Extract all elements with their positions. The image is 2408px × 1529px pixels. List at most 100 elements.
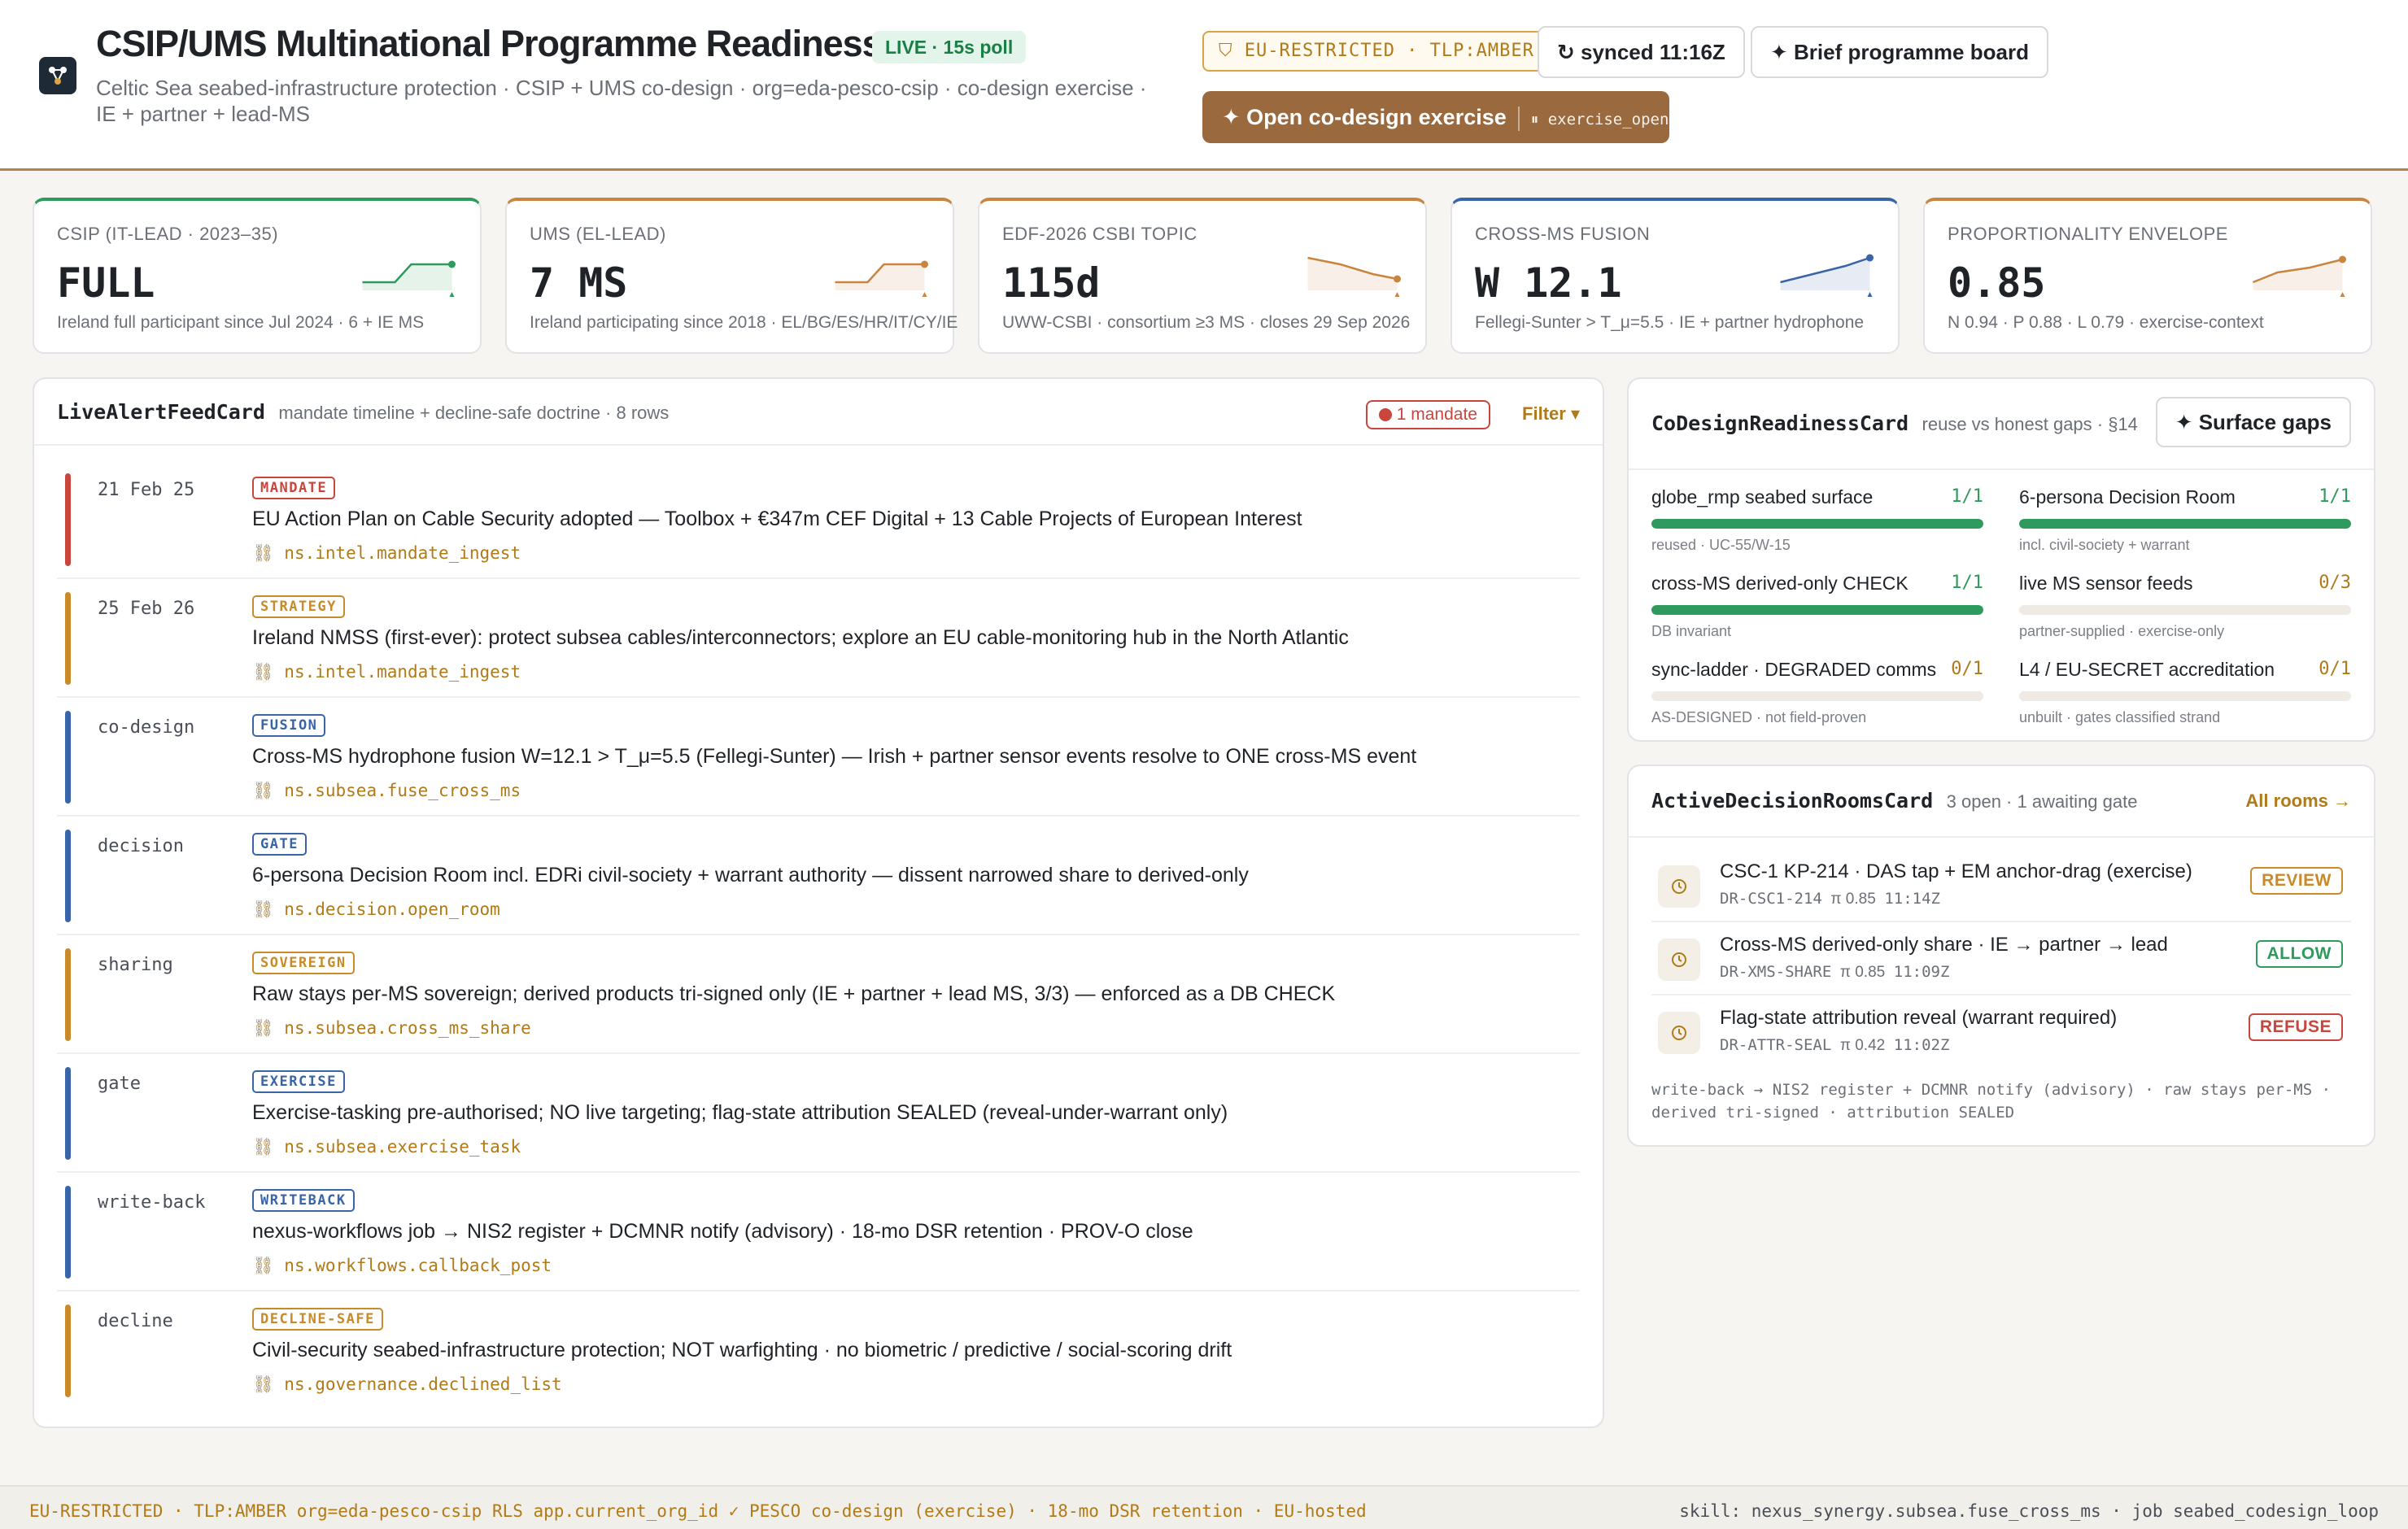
feed-row-accent — [65, 473, 71, 566]
feed-row-accent — [65, 830, 71, 922]
room-time: 11:09Z — [1893, 963, 1950, 981]
feed-row-code-link[interactable]: ⛓ ns.decision.open_room — [252, 900, 500, 920]
kpi-value: 115d — [1002, 259, 1101, 307]
mandate-dot-icon — [1378, 408, 1392, 421]
room-title: Cross-MS derived-only share · IE → partn… — [1720, 934, 2168, 956]
readiness-item-note: incl. civil-society + warrant — [2019, 537, 2190, 553]
brief-programme-board-button[interactable]: ✦ Brief programme board — [1751, 26, 2048, 78]
kpi-subtext: Ireland participating since 2018 · EL/BG… — [530, 313, 958, 332]
feed-row-code-link[interactable]: ⛓ ns.governance.declined_list — [252, 1374, 562, 1395]
readiness-item: cross-MS derived-only CHECK 1/1 DB invar… — [1651, 573, 1983, 651]
all-rooms-link[interactable]: All rooms → — [2245, 791, 2351, 812]
feed-row-badge: SOVEREIGN — [252, 952, 355, 974]
feed-row-badge: WRITEBACK — [252, 1189, 355, 1212]
feed-row-badge: DECLINE-SAFE — [252, 1308, 383, 1331]
footer-left-text: EU-RESTRICTED · TLP:AMBER org=eda-pesco-… — [29, 1501, 1367, 1521]
readiness-item-count: 1/1 — [1951, 486, 1983, 507]
kpi-sparkline — [362, 260, 456, 297]
feed-row-code-link[interactable]: ⛓ ns.intel.mandate_ingest — [252, 662, 521, 682]
primary-button-code: ⏸ exercise_open — [1530, 111, 1669, 129]
synced-label: synced 11:16Z — [1581, 40, 1725, 64]
page-title: CSIP/UMS Multinational Programme Readine… — [96, 23, 883, 64]
feed-row[interactable]: sharing SOVEREIGN Raw stays per-MS sover… — [57, 935, 1580, 1054]
mandate-count-pill[interactable]: 1 mandate — [1365, 400, 1490, 429]
kpi-label: CSIP (IT-LEAD · 2023–35) — [57, 224, 279, 244]
live-alert-feed-card: LiveAlertFeedCard mandate timeline + dec… — [33, 377, 1604, 1428]
decision-room-row[interactable]: Flag-state attribution reveal (warrant r… — [1651, 995, 2351, 1069]
filter-dropdown[interactable]: Filter ▾ — [1522, 403, 1580, 425]
readiness-item-name: L4 / EU-SECRET accreditation — [2019, 659, 2275, 680]
status-footer: EU-RESTRICTED · TLP:AMBER org=eda-pesco-… — [0, 1485, 2408, 1529]
readiness-item: 6-persona Decision Room 1/1 incl. civil-… — [2019, 486, 2351, 564]
feed-row-badge: FUSION — [252, 714, 326, 737]
room-id: DR-XMS-SHARE — [1720, 963, 1832, 981]
feed-row-key: gate — [98, 1074, 141, 1094]
kpi-subtext: N 0.94 · P 0.88 · L 0.79 · exercise-cont… — [1948, 313, 2264, 332]
readiness-title: CoDesignReadinessCard — [1651, 412, 1909, 435]
feed-row[interactable]: 25 Feb 26 STRATEGY Ireland NMSS (first-e… — [57, 579, 1580, 698]
feed-row-key: write-back — [98, 1192, 206, 1213]
readiness-item-note: partner-supplied · exercise-only — [2019, 623, 2225, 639]
feed-row-key: decline — [98, 1311, 173, 1331]
readiness-item: live MS sensor feeds 0/3 partner-supplie… — [2019, 573, 2351, 651]
kpi-card[interactable]: CSIP (IT-LEAD · 2023–35) FULL Ireland fu… — [33, 198, 482, 354]
readiness-item-name: sync-ladder · DEGRADED comms — [1651, 659, 1937, 680]
decision-room-row[interactable]: CSC-1 KP-214 · DAS tap + EM anchor-drag … — [1651, 849, 2351, 922]
readiness-item-name: globe_rmp seabed surface — [1651, 486, 1874, 507]
feed-row[interactable]: decline DECLINE-SAFE Civil-security seab… — [57, 1292, 1580, 1410]
shield-icon: ⛉ — [1219, 41, 1245, 61]
kpi-sparkline — [1780, 254, 1874, 297]
feed-row-code-link[interactable]: ⛓ ns.subsea.fuse_cross_ms — [252, 781, 521, 801]
surface-gaps-button[interactable]: ✦ Surface gaps — [2155, 397, 2351, 447]
feed-row-key: decision — [98, 836, 184, 856]
feed-row-badge: EXERCISE — [252, 1070, 345, 1093]
feed-title: LiveAlertFeedCard — [57, 400, 265, 424]
feed-row[interactable]: decision GATE 6-persona Decision Room in… — [57, 817, 1580, 935]
kpi-card[interactable]: PROPORTIONALITY ENVELOPE 0.85 N 0.94 · P… — [1923, 198, 2372, 354]
sparkle-icon: ✦ — [1222, 105, 1247, 129]
kpi-card[interactable]: CROSS-MS FUSION W 12.1 Fellegi-Sunter > … — [1450, 198, 1900, 354]
tlp-badge-label: EU-RESTRICTED · TLP:AMBER — [1244, 41, 1534, 61]
feed-row-accent — [65, 948, 71, 1041]
feed-row-code-link[interactable]: ⛓ ns.subsea.cross_ms_share — [252, 1018, 531, 1039]
kpi-label: EDF-2026 CSBI TOPIC — [1002, 224, 1197, 244]
rooms-divider — [1629, 836, 2374, 838]
room-title: Flag-state attribution reveal (warrant r… — [1720, 1007, 2118, 1029]
kpi-card[interactable]: UMS (EL-LEAD) 7 MS Ireland participating… — [505, 198, 958, 354]
feed-row-code-link[interactable]: ⛓ ns.subsea.exercise_task — [252, 1137, 521, 1157]
kpi-value: FULL — [57, 259, 155, 307]
readiness-item-count: 0/3 — [2319, 573, 2351, 593]
feed-row-code-link[interactable]: ⛓ ns.intel.mandate_ingest — [252, 543, 521, 564]
feed-row-text: nexus-workflows job → NIS2 register + DC… — [252, 1220, 1193, 1243]
kpi-subtext: UWW-CSBI · consortium ≥3 MS · closes 29 … — [1002, 313, 1411, 332]
readiness-meta: reuse vs honest gaps · §14 — [1922, 414, 2138, 434]
kpi-label: CROSS-MS FUSION — [1475, 224, 1651, 244]
readiness-divider — [1629, 468, 2374, 470]
page-header: CSIP/UMS Multinational Programme Readine… — [0, 0, 2408, 171]
kpi-card[interactable]: EDF-2026 CSBI TOPIC 115d UWW-CSBI · cons… — [978, 198, 1427, 354]
room-id: DR-CSC1-214 — [1720, 890, 1822, 908]
synced-button[interactable]: ↻ synced 11:16Z — [1538, 26, 1745, 78]
feed-row[interactable]: gate EXERCISE Exercise-tasking pre-autho… — [57, 1054, 1580, 1173]
clock-icon — [1658, 1012, 1700, 1054]
readiness-item-count: 0/1 — [2319, 659, 2351, 679]
readiness-item: L4 / EU-SECRET accreditation 0/1 unbuilt… — [2019, 659, 2351, 737]
feed-row[interactable]: 21 Feb 25 MANDATE EU Action Plan on Cabl… — [57, 460, 1580, 579]
feed-row-accent — [65, 1186, 71, 1279]
kpi-value: 7 MS — [530, 259, 628, 307]
readiness-item: globe_rmp seabed surface 1/1 reused · UC… — [1651, 486, 1983, 564]
room-meta: DR-CSC1-214 π 0.85 11:14Z — [1720, 890, 1940, 908]
rooms-title: ActiveDecisionRoomsCard — [1651, 789, 1934, 812]
tlp-badge: ⛉ EU-RESTRICTED · TLP:AMBER — [1202, 31, 1551, 72]
readiness-progress-track — [2019, 519, 2351, 529]
readiness-item-name: cross-MS derived-only CHECK — [1651, 573, 1909, 594]
network-nodes-icon — [39, 57, 76, 94]
open-co-design-exercise-button[interactable]: ✦ Open co-design exercise ⏸ exercise_open — [1202, 91, 1669, 143]
feed-row[interactable]: co-design FUSION Cross-MS hydrophone fus… — [57, 698, 1580, 817]
readiness-item-count: 1/1 — [2319, 486, 2351, 507]
decision-room-row[interactable]: Cross-MS derived-only share · IE → partn… — [1651, 922, 2351, 995]
feed-row-code-link[interactable]: ⛓ ns.workflows.callback_post — [252, 1256, 552, 1276]
feed-row[interactable]: write-back WRITEBACK nexus-workflows job… — [57, 1173, 1580, 1292]
feed-row-text: Civil-security seabed-infrastructure pro… — [252, 1339, 1232, 1361]
readiness-progress-track — [1651, 605, 1983, 615]
